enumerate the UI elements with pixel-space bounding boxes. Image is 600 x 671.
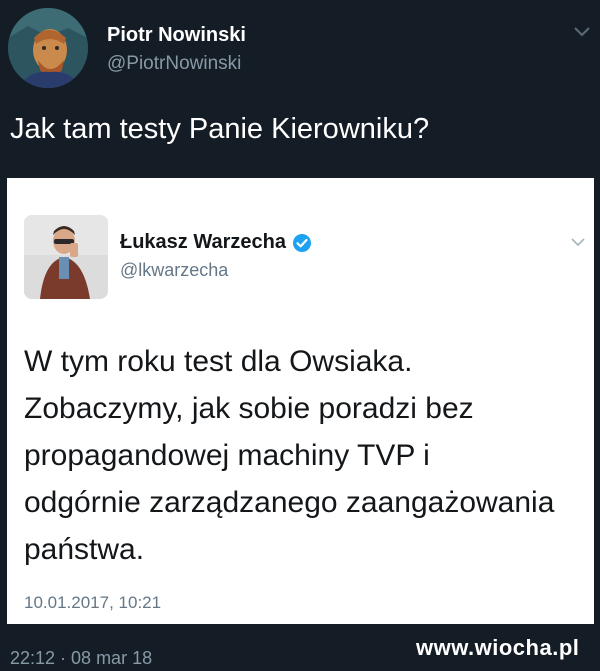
chevron-down-icon bbox=[569, 235, 587, 249]
text-line: propagandowej machiny TVP i bbox=[24, 439, 430, 472]
embedded-tweet-text: W tym roku test dla Owsiaka. Zobaczymy, … bbox=[24, 338, 589, 573]
author-name[interactable]: Piotr Nowinski bbox=[107, 24, 246, 47]
text-line: państwa. bbox=[24, 533, 145, 566]
avatar bbox=[24, 215, 108, 299]
embedded-tweet-date: 10.01.2017, 10:21 bbox=[24, 593, 162, 612]
tweet-timestamp[interactable]: 22:12 · 08 mar 18 bbox=[10, 648, 152, 669]
embedded-author-name: Łukasz Warzecha bbox=[120, 231, 312, 254]
verified-badge-icon bbox=[292, 233, 312, 253]
text-line: W tym roku test dla Owsiaka. bbox=[24, 345, 413, 378]
text-line: odgórnie zarządzanego zaangażowania bbox=[24, 486, 555, 519]
tweet-text: Jak tam testy Panie Kierowniku? bbox=[10, 113, 430, 145]
embedded-author-handle: @lkwarzecha bbox=[120, 260, 229, 280]
avatar[interactable] bbox=[8, 8, 88, 88]
chevron-down-icon[interactable] bbox=[572, 24, 592, 40]
watermark: www.wiocha.pl bbox=[416, 635, 580, 660]
embedded-author-name-text: Łukasz Warzecha bbox=[120, 231, 286, 253]
tweet-screenshot: Piotr Nowinski @PiotrNowinski Jak tam te… bbox=[0, 0, 600, 671]
embedded-tweet-image[interactable]: Łukasz Warzecha @lkwarzecha W tym roku t… bbox=[7, 178, 594, 624]
author-handle[interactable]: @PiotrNowinski bbox=[107, 53, 241, 75]
text-line: Zobaczymy, jak sobie poradzi bez bbox=[24, 392, 474, 425]
